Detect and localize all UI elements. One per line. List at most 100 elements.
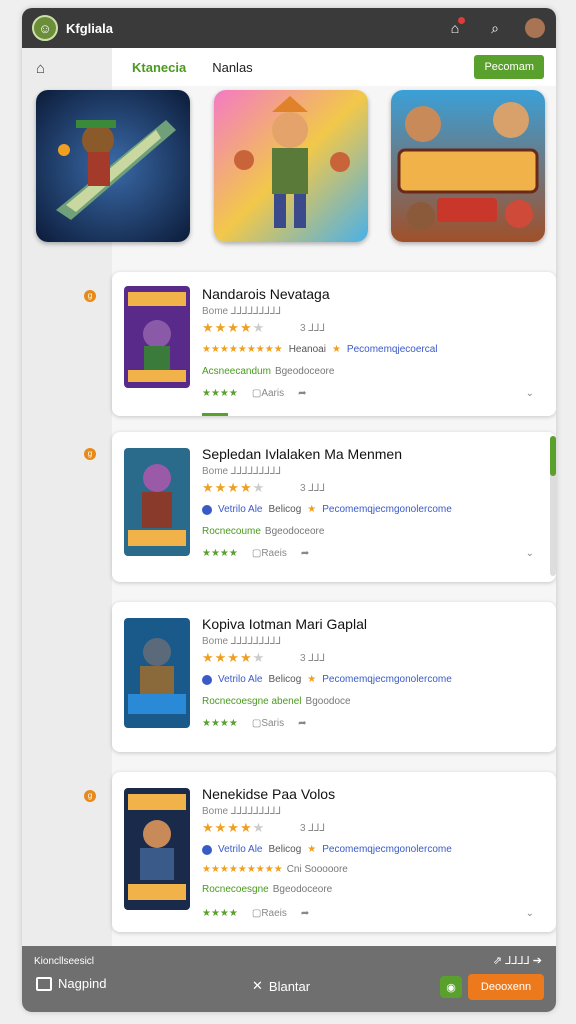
scrollbar-thumb[interactable]	[550, 436, 556, 476]
game-thumbnail[interactable]	[124, 788, 190, 910]
tag-row: Rocnecoume Bgeodoceore	[202, 526, 324, 537]
tab-secondary[interactable]: Nanlas	[212, 60, 252, 75]
library-icon	[36, 976, 52, 991]
publisher-name[interactable]: Vetrilo Ale	[218, 674, 262, 685]
comment-icon[interactable]: ▢	[252, 718, 261, 729]
meta-link[interactable]: Pecomemqjecmgonolercome	[322, 504, 452, 515]
bottom-nav-item[interactable]: Nagpind	[36, 976, 106, 991]
chevron-down-icon[interactable]: ⌄	[526, 548, 534, 559]
game-title: Nenekidse Paa Volos	[202, 786, 336, 802]
mini-stars: ★★★★★★★★★	[202, 344, 283, 355]
game-card[interactable]: Kopiva Iotman Mari Gaplal Bome ⅃⅃⅃⅃⅃⅃⅃⅃⅃…	[112, 602, 556, 752]
meta-row: Vetrilo Ale Belicog ★ Pecomemqjecmgonole…	[202, 674, 452, 685]
close-icon: ✕	[252, 978, 263, 993]
share-icon[interactable]: ➦	[298, 718, 306, 729]
meta-text: Belicog	[268, 504, 302, 515]
tag-grey: Bgoodoce	[305, 696, 351, 707]
notification-icon[interactable]: ⌂	[444, 17, 466, 39]
chevron-down-icon[interactable]: ⌄	[526, 908, 534, 919]
meta-text: Heanoai	[288, 344, 326, 355]
user-stars: ★★★★	[202, 548, 238, 559]
star-rating: ★★★★★	[202, 820, 266, 835]
tag-green[interactable]: Acsneecandum	[202, 366, 271, 377]
bottom-bar: Kioncllseesicl ⇗ ⅃⅃⅃⅃ ➔ Nagpind ✕ Blanta…	[22, 946, 556, 1012]
mini-stars: ★★★★★★★★★	[202, 864, 283, 875]
chevron-down-icon[interactable]: ⌄	[526, 388, 534, 399]
card-actions: ★★★★ ▢ Aaris ➦ ⌄	[202, 388, 542, 399]
bottom-caption: Kioncllseesicl	[34, 956, 95, 967]
featured-tile-2[interactable]	[214, 90, 368, 242]
thumb-art-3	[124, 618, 190, 728]
publisher-name[interactable]: Vetrilo Ale	[218, 844, 262, 855]
thumb-art-2	[124, 448, 190, 556]
featured-art-1	[36, 90, 190, 242]
star-icon: ★	[307, 844, 317, 855]
meta-link[interactable]: Pecomemqjecmgonolercome	[322, 844, 452, 855]
game-thumbnail[interactable]	[124, 618, 190, 728]
featured-carousel	[22, 86, 556, 262]
publisher-icon	[202, 674, 212, 685]
user-stars: ★★★★	[202, 718, 238, 729]
thumb-art-4	[124, 788, 190, 910]
game-thumbnail[interactable]	[124, 286, 190, 388]
search-icon[interactable]: ⌕	[484, 17, 506, 39]
game-card[interactable]: Nenekidse Paa Volos Bome ⅃⅃⅃⅃⅃⅃⅃⅃⅃ ★★★★★…	[112, 772, 556, 932]
featured-tile-1[interactable]	[36, 90, 190, 242]
game-card[interactable]: Nandarois Nevataga Bome ⅃⅃⅃⅃⅃⅃⅃⅃⅃ ★ ★★★★ …	[112, 272, 556, 416]
tag-green[interactable]: Rocnecoume	[202, 526, 261, 537]
top-icons: ⌂ ⌕	[444, 17, 546, 39]
comment-icon[interactable]: ▢	[252, 548, 261, 559]
header-action-button[interactable]: Pecomam	[474, 55, 544, 79]
featured-art-3	[391, 90, 545, 242]
star-rating: ★★★★★	[202, 480, 266, 495]
publisher-name[interactable]: Vetrilo Ale	[218, 504, 262, 515]
share-icon[interactable]: ➦	[301, 548, 309, 559]
game-card[interactable]: Sepledan Ivlalaken Ma Menmen Bome ⅃⅃⅃⅃⅃⅃…	[112, 432, 556, 582]
tab-primary[interactable]: Ktanecia	[132, 60, 186, 75]
share-icon[interactable]: ➦	[301, 908, 309, 919]
comment-label[interactable]: Aaris	[261, 388, 284, 399]
card-actions: ★★★★ ▢ Raeis ➦ ⌄	[202, 908, 542, 919]
app-window: ☺ Kfgliala ⌂ ⌕ ⌂ Ktanecia Nanlas Pecomam	[22, 8, 556, 1012]
tag-row: Rocnecoesgne Bgeodoceore	[202, 884, 332, 895]
tag-row: Acsneecandum Bgeodoceore	[202, 366, 334, 377]
game-title: Kopiva Iotman Mari Gaplal	[202, 616, 367, 632]
comment-label[interactable]: Raeis	[261, 908, 287, 919]
star-rating: ★★★★★	[202, 320, 266, 335]
game-subtitle: Bome ⅃⅃⅃⅃⅃⅃⅃⅃⅃	[202, 806, 282, 817]
bottom-mid-item[interactable]: ✕ Blantar	[252, 978, 310, 994]
comment-icon[interactable]: ▢	[252, 908, 261, 919]
game-title: Nandarois Nevataga	[202, 286, 330, 302]
card-badge: g	[84, 790, 96, 802]
comment-icon[interactable]: ▢	[252, 388, 261, 399]
publisher-icon	[202, 504, 212, 515]
comment-label[interactable]: Saris	[261, 718, 284, 729]
meta-text: Belicog	[268, 674, 302, 685]
tag-green[interactable]: Rocnecoesgne abenel	[202, 696, 302, 707]
meta-row: ★★★★★★★★★ Heanoai ★ Pecomemqjecoercal	[202, 344, 438, 355]
game-subtitle: Bome ⅃⅃⅃⅃⅃⅃⅃⅃⅃	[202, 636, 282, 647]
confirm-icon[interactable]: ◉	[440, 976, 462, 998]
tag-row: Rocnecoesgne abenel Bgoodoce	[202, 696, 351, 707]
tag-green[interactable]: Rocnecoesgne	[202, 884, 269, 895]
scrollbar[interactable]	[550, 436, 556, 576]
home-icon[interactable]: ⌂	[36, 60, 45, 77]
comment-label[interactable]: Raeis	[261, 548, 287, 559]
meta-row: Vetrilo Ale Belicog ★ Pecomemqjecmgonole…	[202, 844, 452, 855]
profile-avatar[interactable]	[524, 17, 546, 39]
game-thumbnail[interactable]	[124, 448, 190, 556]
user-stars: ★★★★	[202, 388, 238, 399]
publisher-icon	[202, 844, 212, 855]
star-icon: ★	[307, 674, 317, 685]
rating-value: 3 ⅃⅃⅃	[300, 483, 326, 494]
meta-link[interactable]: Pecomemqjecmgonolercome	[322, 674, 452, 685]
meta-text: Belicog	[268, 844, 302, 855]
meta-link[interactable]: Pecomemqjecoercal	[347, 344, 438, 355]
featured-tile-3[interactable]	[391, 90, 545, 242]
notification-badge	[458, 17, 465, 24]
progress-indicator	[202, 413, 228, 416]
avatar[interactable]: ☺	[32, 15, 58, 41]
top-app-bar: ☺ Kfgliala ⌂ ⌕	[22, 8, 556, 48]
share-icon[interactable]: ➦	[298, 388, 306, 399]
bottom-action-button[interactable]: Deooxenn	[468, 974, 544, 1000]
